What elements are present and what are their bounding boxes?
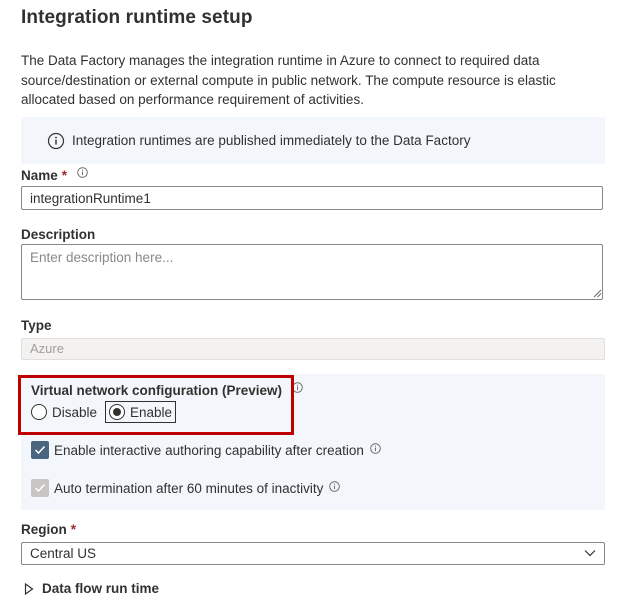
interactive-authoring-label: Enable interactive authoring capability … bbox=[54, 442, 364, 458]
region-label-text: Region bbox=[21, 522, 67, 537]
required-mark: * bbox=[70, 522, 77, 537]
highlight-annotation-box bbox=[18, 375, 294, 435]
region-label: Region * bbox=[21, 522, 76, 537]
chevron-down-icon[interactable] bbox=[584, 547, 596, 559]
region-selected-value: Central US bbox=[30, 546, 97, 561]
page-title: Integration runtime setup bbox=[21, 7, 253, 28]
info-icon[interactable] bbox=[370, 442, 381, 454]
region-dropdown[interactable]: Central US bbox=[21, 542, 605, 565]
data-flow-run-time-expander[interactable]: Data flow run time bbox=[24, 581, 159, 596]
intro-description: The Data Factory manages the integration… bbox=[21, 53, 556, 107]
checkbox-checked-icon[interactable] bbox=[31, 441, 49, 459]
info-banner: Integration runtimes are published immed… bbox=[21, 117, 605, 164]
name-label-text: Name bbox=[21, 168, 58, 183]
type-label: Type bbox=[21, 318, 52, 333]
integration-runtime-setup-panel: Integration runtime setup The Data Facto… bbox=[0, 0, 618, 611]
caret-right-icon[interactable] bbox=[24, 582, 34, 595]
description-input[interactable] bbox=[21, 244, 603, 300]
checkbox-disabled-checked-icon bbox=[31, 479, 49, 497]
info-icon[interactable] bbox=[329, 480, 341, 492]
name-input[interactable] bbox=[21, 186, 603, 210]
auto-termination-checkbox-row: Auto termination after 60 minutes of ina… bbox=[31, 479, 341, 497]
data-flow-run-time-label: Data flow run time bbox=[42, 581, 160, 596]
info-banner-text: Integration runtimes are published immed… bbox=[72, 133, 471, 148]
info-icon bbox=[47, 132, 65, 150]
type-label-text: Type bbox=[21, 318, 52, 333]
description-label-text: Description bbox=[21, 227, 96, 242]
type-field: Azure bbox=[21, 338, 605, 360]
interactive-authoring-checkbox-row[interactable]: Enable interactive authoring capability … bbox=[31, 441, 381, 459]
auto-termination-label: Auto termination after 60 minutes of ina… bbox=[54, 480, 324, 496]
description-label: Description bbox=[21, 227, 95, 242]
name-label: Name * bbox=[21, 167, 88, 183]
required-mark: * bbox=[61, 168, 68, 183]
info-icon[interactable] bbox=[77, 167, 88, 178]
resize-grip-icon[interactable] bbox=[592, 288, 602, 298]
